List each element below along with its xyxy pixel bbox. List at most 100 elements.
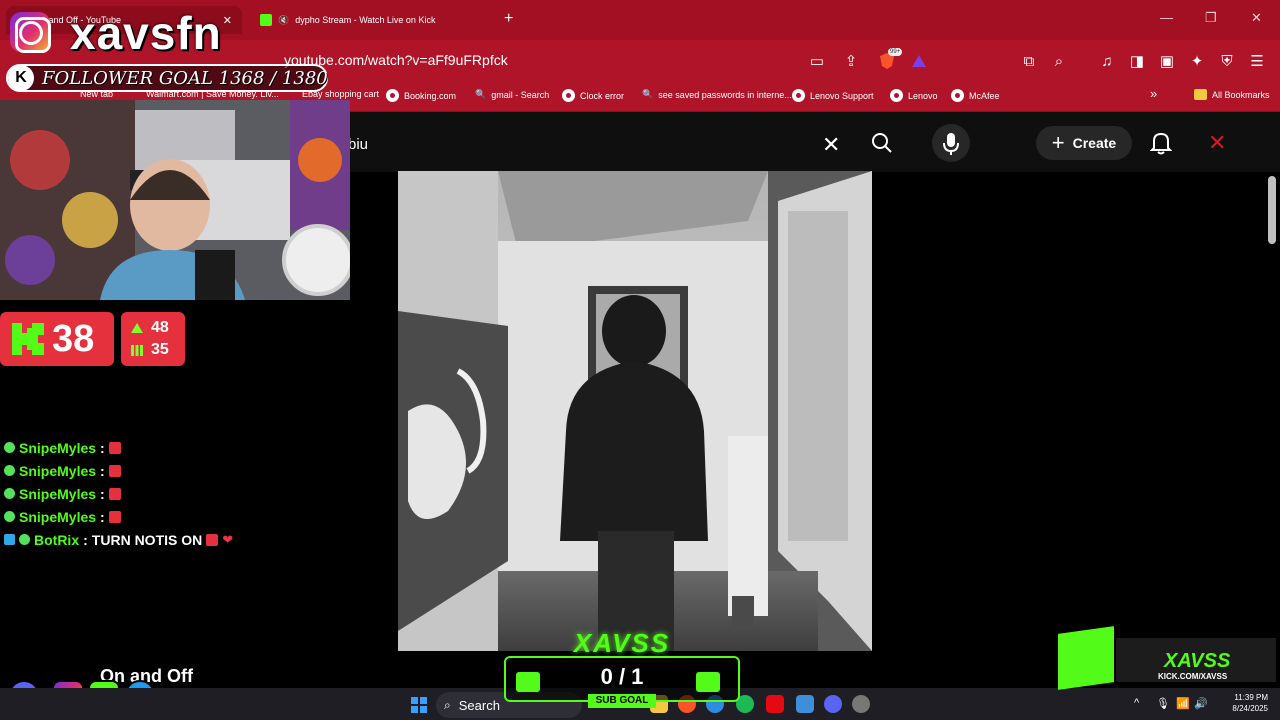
volume-icon[interactable]: 🔊 — [1194, 697, 1208, 710]
tray-overflow-icon[interactable]: ^ — [1134, 697, 1139, 709]
menu-icon[interactable]: ☰ — [1246, 50, 1268, 72]
bookmark-item[interactable]: Lenovo — [890, 89, 938, 102]
avatar[interactable]: ✕ — [1208, 130, 1226, 156]
extension-badge: 99+ — [888, 48, 903, 56]
chat-list: SnipeMyles : SnipeMyles : SnipeMyles : S… — [0, 436, 320, 551]
sub-goal-brand: XAVSS — [573, 628, 671, 658]
instagram-icon — [10, 12, 51, 53]
clear-search-icon[interactable]: ✕ — [822, 132, 840, 158]
bookmark-item[interactable]: 🔍 gmail - Search — [475, 89, 549, 100]
app-icon[interactable] — [796, 695, 814, 713]
verified-icon — [19, 534, 30, 545]
kick-icon: K — [8, 65, 34, 91]
notifications-bell-icon[interactable] — [1150, 131, 1172, 155]
clock[interactable]: 11:39 PM 8/24/2025 — [1222, 692, 1268, 714]
microphone-tray-icon[interactable]: 🎙 — [1156, 697, 1170, 710]
kick-logo-icon — [1058, 626, 1114, 690]
search-icon: ⌕ — [444, 697, 451, 712]
discord-app-icon[interactable] — [824, 695, 842, 713]
bookmark-item[interactable]: Clock error — [562, 89, 624, 102]
bookmark-item[interactable]: Booking.com — [386, 89, 456, 102]
follower-goal-text: FOLLOWER GOAL 1368 / 1380 — [42, 67, 328, 89]
arrow-up-icon — [131, 323, 143, 333]
reader-icon[interactable]: ⌕ — [1048, 50, 1070, 72]
chat-message: BotRix : TURN NOTIS ON ❤ — [0, 528, 320, 551]
chat-separator: : — [100, 462, 105, 479]
siren-emote-icon — [206, 533, 219, 546]
kick-channel-url: KICK.COM/XAVSS — [1158, 672, 1228, 681]
chat-username: SnipeMyles — [19, 508, 97, 525]
bot-icon — [4, 534, 15, 545]
chat-message: SnipeMyles : — [0, 436, 320, 459]
screen: On and Off - YouTube ✕ 🔇 dypho Stream - … — [0, 0, 1280, 720]
emote-icon — [108, 510, 121, 523]
verified-icon — [4, 511, 15, 522]
wifi-icon[interactable]: 📶 — [1176, 697, 1190, 710]
chat-separator: : — [83, 531, 88, 548]
emote-icon — [108, 487, 121, 500]
search-icon[interactable] — [868, 131, 896, 155]
video-player[interactable] — [398, 171, 872, 651]
kick-channel-name: XAVSS — [1164, 650, 1231, 672]
scrollbar[interactable] — [1268, 176, 1276, 244]
chat-separator: : — [100, 485, 105, 502]
folder-icon — [1194, 89, 1207, 100]
chat-text: TURN NOTIS ON — [91, 531, 203, 548]
stream-stats-box: 48 35 — [121, 312, 185, 366]
cast-icon[interactable]: ▭ — [806, 50, 828, 72]
sub-goal-label: SUB GOAL — [588, 694, 656, 708]
globe-icon — [792, 89, 805, 102]
video-frame — [398, 171, 872, 651]
rewards-icon[interactable] — [908, 50, 930, 72]
search-icon: 🔍 — [642, 89, 654, 99]
kick-branding: XAVSS KICK.COM/XAVSS — [1056, 626, 1280, 690]
globe-icon — [951, 89, 964, 102]
vpn-icon[interactable]: ⛨ — [1216, 50, 1238, 72]
emote-icon — [108, 464, 121, 477]
globe-icon — [386, 89, 399, 102]
more-bookmarks-button[interactable]: » — [1150, 86, 1157, 101]
bookmark-item[interactable]: McAfee — [951, 89, 1000, 102]
chat-separator: : — [100, 508, 105, 525]
extensions-icon[interactable]: ⧉ — [1018, 50, 1040, 72]
chat-username: SnipeMyles — [19, 485, 97, 502]
sidebar-icon[interactable]: ◨ — [1126, 50, 1148, 72]
all-bookmarks-button[interactable]: All Bookmarks — [1194, 89, 1270, 100]
music-icon[interactable]: ♫ — [1096, 50, 1118, 72]
microphone-icon — [943, 133, 959, 155]
kick-logo-icon — [12, 323, 44, 355]
create-button[interactable]: + Create — [1036, 126, 1132, 160]
triangle-icon — [912, 55, 926, 67]
verified-icon — [4, 488, 15, 499]
bookmark-item[interactable]: 🔍 see saved passwords in interne... — [642, 89, 792, 100]
verified-icon — [4, 442, 15, 453]
emote-icon — [108, 441, 121, 454]
plus-icon: + — [1051, 130, 1065, 155]
bookmark-item[interactable]: Lenovo Support — [792, 89, 874, 102]
stream-branding: xavsfn K FOLLOWER GOAL 1368 / 1380 — [0, 0, 350, 100]
wallet-icon[interactable]: ▣ — [1156, 50, 1178, 72]
search-input[interactable]: biu — [348, 136, 368, 153]
bar-chart-icon — [131, 344, 143, 356]
leo-icon[interactable]: ✦ — [1186, 50, 1208, 72]
chat-username: BotRix — [34, 531, 80, 548]
chat-separator: : — [100, 439, 105, 456]
share-icon[interactable]: ⇪ — [840, 50, 862, 72]
create-label: Create — [1072, 135, 1117, 151]
voice-search-button[interactable] — [932, 124, 970, 162]
close-window-icon[interactable]: ✕ — [1251, 10, 1262, 26]
obs-icon[interactable] — [852, 695, 870, 713]
netflix-icon[interactable] — [766, 695, 784, 713]
search-icon: 🔍 — [475, 89, 487, 99]
maximize-icon[interactable]: ❐ — [1205, 10, 1217, 26]
new-tab-button[interactable]: + — [504, 10, 513, 28]
webcam-image — [0, 100, 350, 300]
globe-icon — [890, 89, 903, 102]
chat-username: SnipeMyles — [19, 439, 97, 456]
minimize-icon[interactable]: — — [1160, 10, 1173, 25]
stat-up: 48 — [131, 319, 169, 337]
webcam-feed — [0, 100, 350, 300]
chat-username: SnipeMyles — [19, 462, 97, 479]
windows-start-icon[interactable] — [411, 697, 427, 713]
follower-goal: K FOLLOWER GOAL 1368 / 1380 — [6, 64, 328, 92]
